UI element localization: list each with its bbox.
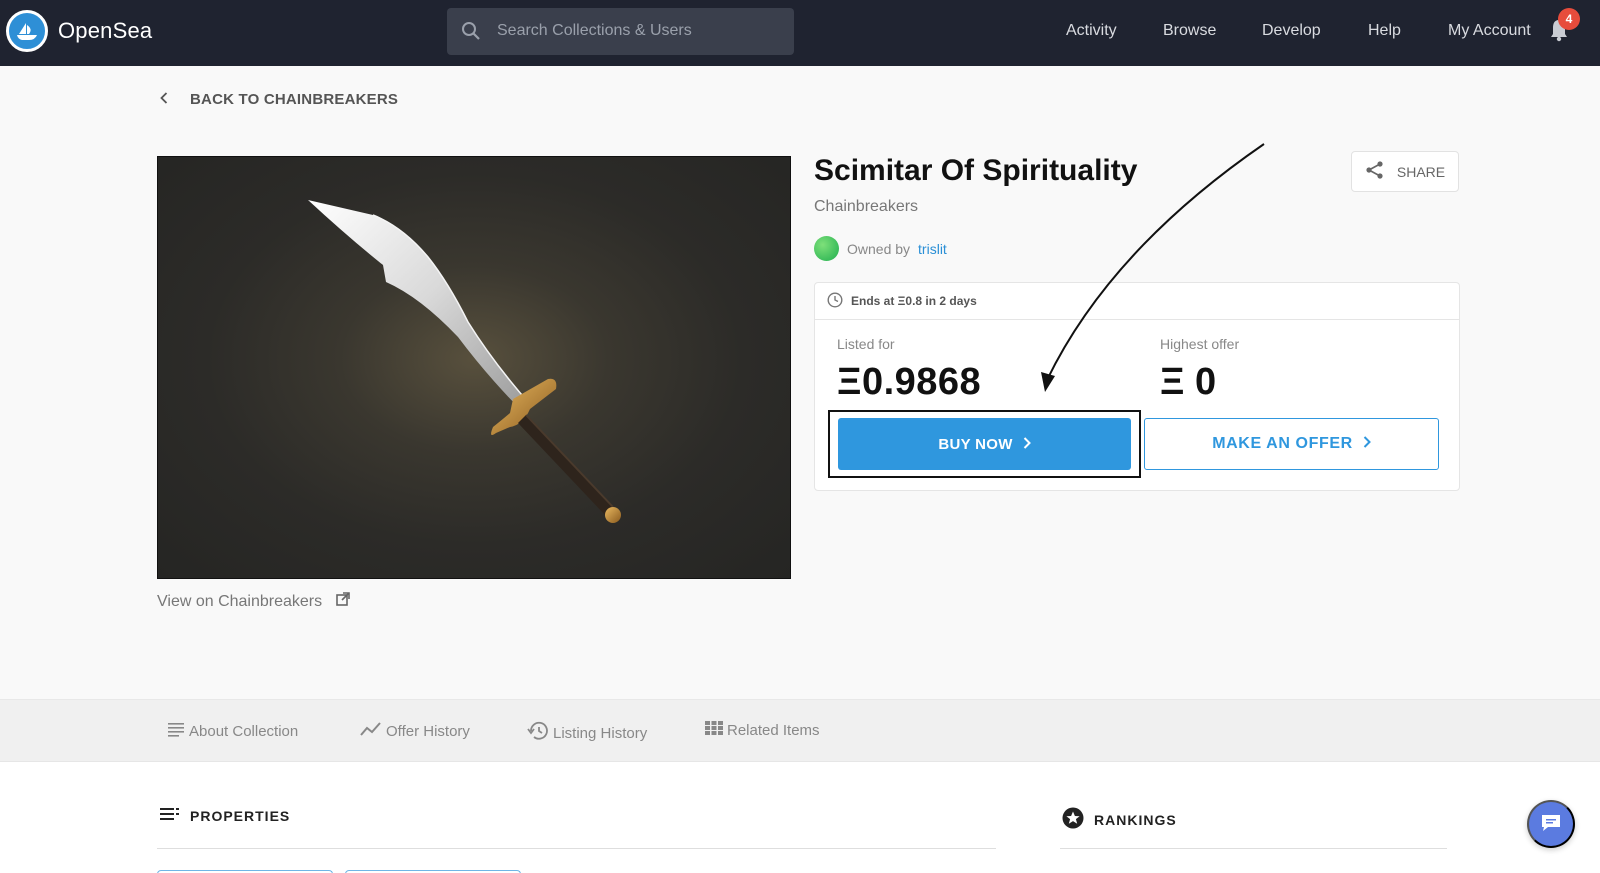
annotation-arrow	[1041, 143, 1265, 392]
owned-by-label: Owned by	[847, 240, 911, 257]
tab-label: Related Items	[727, 721, 820, 739]
item-image[interactable]	[157, 156, 791, 579]
tab-related-items[interactable]: Related Items	[705, 721, 820, 739]
tab-label: Listing History	[553, 724, 648, 742]
chevron-right-icon	[1363, 435, 1371, 453]
make-offer-label: MAKE AN OFFER	[1212, 435, 1353, 452]
share-button[interactable]: SHARE	[1351, 151, 1459, 192]
tab-listing-history[interactable]: Listing History	[527, 721, 647, 745]
properties-title: PROPERTIES	[190, 807, 291, 824]
view-link-label: View on Chainbreakers	[157, 592, 323, 610]
tab-offer-history[interactable]: Offer History	[360, 721, 470, 741]
search-input[interactable]	[497, 16, 777, 46]
trend-line-icon	[360, 721, 382, 741]
top-nav: OpenSea Activity Browse Develop Help My …	[0, 0, 1600, 66]
notification-badge: 4	[1558, 8, 1580, 30]
back-label: BACK TO CHAINBREAKERS	[190, 91, 399, 108]
buy-now-button[interactable]: BUY NOW	[838, 418, 1131, 470]
nav-develop[interactable]: Develop	[1262, 22, 1321, 40]
buy-now-highlight-box: BUY NOW	[828, 410, 1141, 478]
star-badge-icon	[1062, 807, 1084, 832]
view-on-collection-link[interactable]: View on Chainbreakers	[157, 592, 350, 611]
tab-label: Offer History	[386, 722, 470, 740]
item-tabs: About Collection Offer History Listing H…	[0, 699, 1600, 762]
nav-activity[interactable]: Activity	[1066, 22, 1117, 40]
properties-divider	[157, 848, 996, 849]
search-bar[interactable]	[447, 8, 794, 55]
chat-bubble-icon	[1540, 813, 1562, 836]
brand-name[interactable]: OpenSea	[58, 18, 152, 44]
collection-name[interactable]: Chainbreakers	[814, 198, 918, 216]
clock-icon	[827, 291, 843, 311]
back-to-collection-link[interactable]: BACK TO CHAINBREAKERS	[160, 91, 398, 108]
owner-row: Owned by trislit	[814, 236, 947, 261]
nav-browse[interactable]: Browse	[1163, 22, 1216, 40]
listed-for-label: Listed for	[837, 336, 895, 352]
history-icon	[527, 721, 549, 745]
chevron-right-icon	[1023, 436, 1031, 453]
properties-heading[interactable]: PROPERTIES	[160, 807, 290, 824]
chevron-left-icon	[160, 91, 168, 108]
share-label: SHARE	[1396, 163, 1446, 180]
menu-lines-icon	[160, 807, 180, 824]
buy-now-label: BUY NOW	[938, 435, 1013, 453]
owner-avatar[interactable]	[814, 236, 839, 261]
list-icon	[167, 721, 185, 741]
opensea-logo-icon[interactable]	[6, 10, 48, 52]
search-icon	[461, 21, 481, 46]
listed-price: Ξ0.9868	[837, 361, 982, 403]
nav-help[interactable]: Help	[1368, 22, 1401, 40]
rankings-divider	[1060, 848, 1447, 849]
tab-about-collection[interactable]: About Collection	[167, 721, 298, 741]
make-offer-button[interactable]: MAKE AN OFFER	[1144, 418, 1439, 470]
external-link-icon	[336, 592, 350, 611]
owner-link[interactable]: trislit	[918, 241, 947, 257]
nav-my-account[interactable]: My Account	[1448, 22, 1531, 40]
tab-label: About Collection	[189, 722, 299, 740]
scimitar-image	[308, 200, 621, 523]
rankings-heading[interactable]: RANKINGS	[1062, 807, 1177, 832]
share-icon	[1365, 160, 1385, 183]
ends-text: Ends at Ξ0.8 in 2 days	[851, 294, 977, 308]
chat-button[interactable]	[1527, 800, 1575, 848]
grid-icon	[705, 721, 723, 739]
rankings-title: RANKINGS	[1094, 811, 1177, 828]
